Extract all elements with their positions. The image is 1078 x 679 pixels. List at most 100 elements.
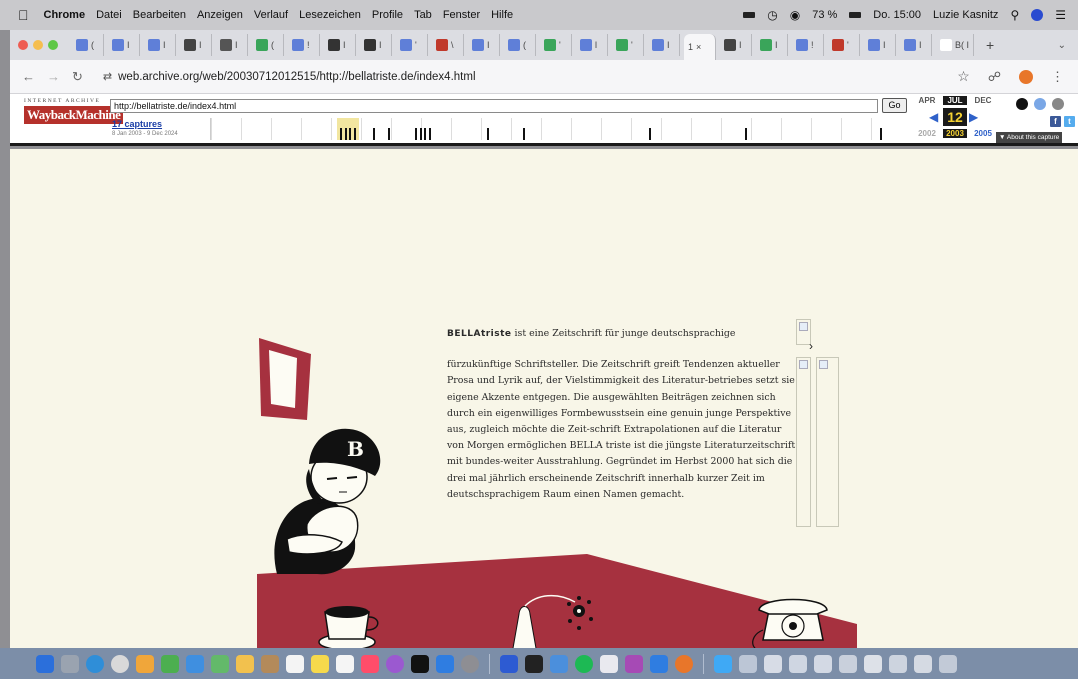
tab-search-chevron-icon[interactable]: ⌄ [1058,40,1066,51]
apple-tv-icon[interactable] [411,654,429,673]
pages-icon[interactable] [600,654,618,673]
timeline-capture-mark[interactable] [487,128,489,140]
siri-icon[interactable] [1031,9,1044,21]
prev-month-label[interactable]: APR [915,96,939,105]
menu-lesezeichen[interactable]: Lesezeichen [299,9,361,21]
browser-tab[interactable]: ( [72,34,104,56]
user-account-icon[interactable] [1016,98,1028,110]
browser-tab[interactable]: ! [288,34,320,56]
url-text[interactable]: web.archive.org/web/20030712012515/http:… [118,71,475,83]
timeline-capture-mark[interactable] [745,128,747,140]
timeline-capture-mark[interactable] [649,128,651,140]
browser-tab[interactable]: ( [504,34,536,56]
battery-icon[interactable] [849,12,862,18]
browser-tab[interactable]: I [144,34,176,56]
facetime-icon[interactable] [186,654,204,673]
close-toolbar-icon[interactable] [1052,98,1064,110]
preview-icon[interactable] [550,654,568,673]
timeline-capture-mark[interactable] [353,128,356,140]
tab-close-icon[interactable]: × [696,42,701,52]
timeline-capture-mark[interactable] [424,128,426,140]
timeline-capture-mark[interactable] [388,128,390,140]
browser-tab[interactable]: I [360,34,392,56]
browser-tab[interactable]: ' [396,34,428,56]
browser-tab[interactable]: l [576,34,608,56]
safari-icon[interactable] [86,654,104,673]
apple-menu-icon[interactable]:  [18,7,29,23]
browser-tab[interactable]: ! [792,34,824,56]
browser-tab[interactable]: I [720,34,752,56]
minimized-window-5[interactable] [839,654,857,673]
reminders-icon[interactable] [336,654,354,673]
timeline-capture-mark[interactable] [419,128,422,140]
back-arrow-icon[interactable]: ← [22,69,35,84]
tab-active[interactable]: 1 × [684,34,716,60]
browser-tab[interactable]: I [108,34,140,56]
browser-tab[interactable]: I [648,34,680,56]
browser-tab[interactable]: I [324,34,356,56]
browser-tab[interactable]: I [864,34,896,56]
music-icon[interactable] [361,654,379,673]
forward-arrow-icon[interactable]: → [47,69,60,84]
menu-verlauf[interactable]: Verlauf [254,9,288,21]
menu-profile[interactable]: Profile [372,9,403,21]
launchpad-icon[interactable] [61,654,79,673]
app-store-icon[interactable] [436,654,454,673]
wifi-icon[interactable]: ◉ [790,8,800,22]
timeline-capture-mark[interactable] [349,128,351,140]
status-bar-app-icon[interactable] [743,12,756,18]
podcasts-icon[interactable] [386,654,404,673]
reload-icon[interactable]: ↻ [72,69,83,85]
prev-year-label[interactable]: 2002 [915,129,939,138]
minimized-window-2[interactable] [764,654,782,673]
next-month-label[interactable]: DEC [971,96,995,105]
mail-icon[interactable] [650,654,668,673]
close-window-button[interactable] [18,40,28,50]
wayback-go-button[interactable]: Go [882,98,907,113]
twitter-icon[interactable]: t [1064,116,1075,127]
next-year-label[interactable]: 2005 [971,129,995,138]
minimized-window-8[interactable] [914,654,932,673]
control-center-icon[interactable]: ☰ [1055,8,1066,22]
wayback-logo[interactable]: INTERNET ARCHIVE WaybackMachine [24,98,124,124]
site-info-icon[interactable]: ⇄ [103,70,112,83]
new-tab-button[interactable]: + [978,37,1002,53]
minimized-window-4[interactable] [814,654,832,673]
browser-tab[interactable]: I [216,34,248,56]
spotlight-search-icon[interactable]: ⚲ [1010,8,1019,22]
clock[interactable]: Do. 15:00 [873,9,921,21]
browser-tab[interactable]: ' [612,34,644,56]
terminal-icon[interactable] [525,654,543,673]
notes-icon[interactable] [311,654,329,673]
browser-tab[interactable]: I [900,34,932,56]
imovie-icon[interactable] [500,654,518,673]
spotify-icon[interactable] [575,654,593,673]
browser-tab[interactable]: ' [540,34,572,56]
more-menu-icon[interactable]: ⋮ [1051,69,1064,85]
messages-icon[interactable] [161,654,179,673]
timeline-capture-mark[interactable] [415,128,417,140]
finder-icon[interactable] [36,654,54,673]
trash-icon[interactable] [939,654,957,673]
minimized-window-3[interactable] [789,654,807,673]
timeline-capture-mark[interactable] [523,128,525,140]
facebook-icon[interactable]: f [1050,116,1061,127]
user-name[interactable]: Luzie Kasnitz [933,9,998,21]
menu-anzeigen[interactable]: Anzeigen [197,9,243,21]
extensions-puzzle-icon[interactable]: ☍ [988,69,1001,85]
timeline-capture-mark[interactable] [880,128,882,140]
about-capture-button[interactable]: ▼ About this capture [996,132,1063,143]
timeline-capture-mark[interactable] [340,128,342,140]
help-icon[interactable] [1034,98,1046,110]
profile-avatar[interactable] [1019,69,1033,84]
app-menu[interactable]: Chrome [44,9,86,21]
bookmark-star-icon[interactable]: ☆ [957,68,970,85]
minimized-window-7[interactable] [889,654,907,673]
wayback-url-input[interactable]: http://bellatriste.de/index4.html [110,99,878,113]
browser-tab[interactable]: B( I [936,34,975,56]
browser-tab[interactable]: I [180,34,212,56]
chrome-icon[interactable] [675,654,693,673]
podcast-app-icon[interactable] [625,654,643,673]
next-capture-arrow-icon[interactable]: ▶ [969,110,978,124]
minimized-window-1[interactable] [739,654,757,673]
